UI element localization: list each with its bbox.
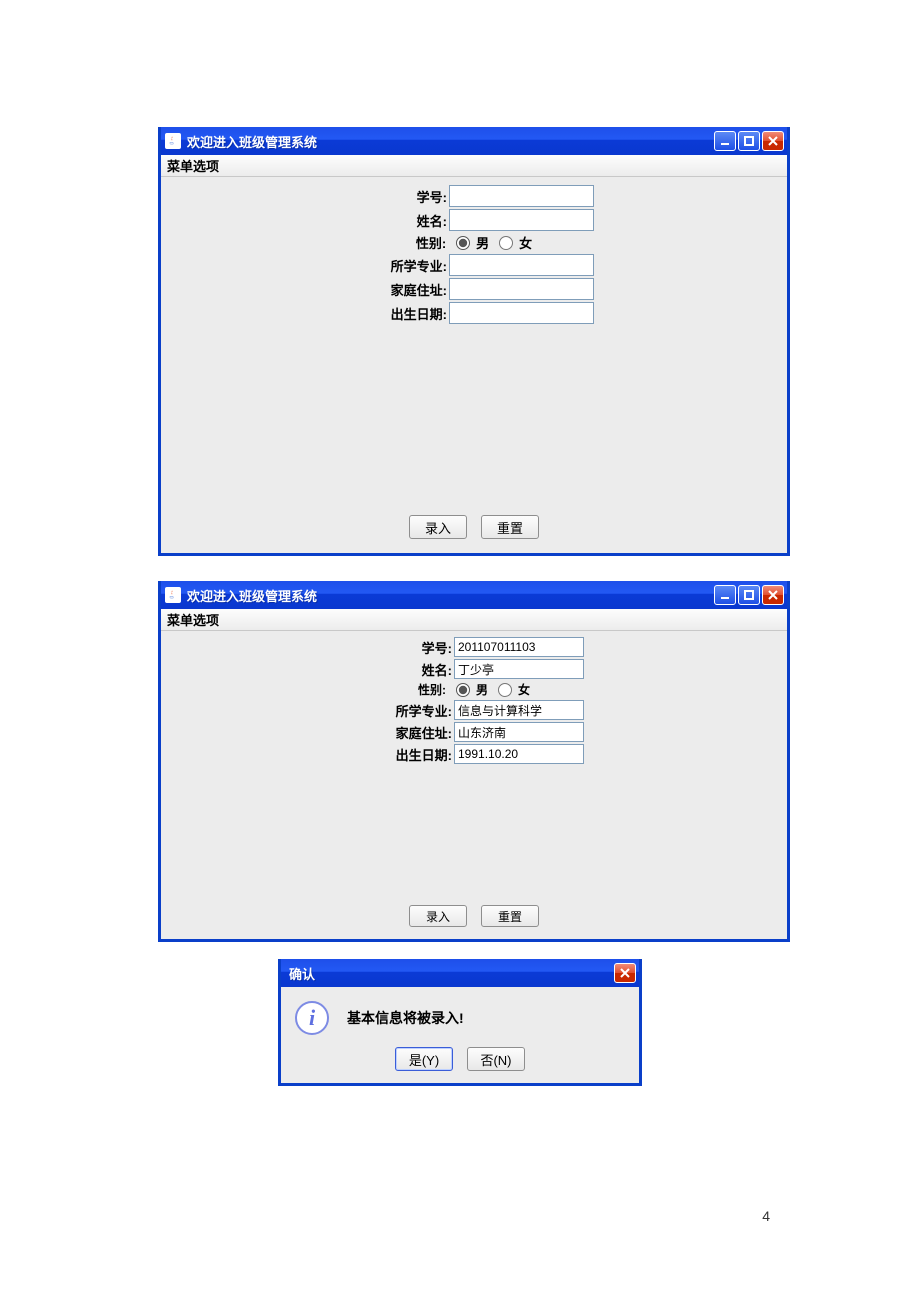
menubar[interactable]: 菜单选项 <box>161 155 787 177</box>
titlebar[interactable]: 欢迎进入班级管理系统 <box>161 127 787 155</box>
gender-male-label: 男 <box>476 233 489 252</box>
label-name: 姓名: <box>422 660 452 679</box>
gender-female-radio[interactable] <box>499 236 513 250</box>
menu-item[interactable]: 菜单选项 <box>167 156 219 175</box>
info-icon: i <box>295 1001 329 1035</box>
label-address: 家庭住址: <box>396 723 452 742</box>
label-address: 家庭住址: <box>391 280 447 299</box>
student-id-input[interactable] <box>454 637 584 657</box>
close-button[interactable] <box>762 585 784 605</box>
maximize-button[interactable] <box>738 131 760 151</box>
minimize-button[interactable] <box>714 131 736 151</box>
maximize-button[interactable] <box>738 585 760 605</box>
address-input[interactable] <box>449 278 594 300</box>
reset-button[interactable]: 重置 <box>481 905 539 927</box>
birth-input[interactable] <box>454 744 584 764</box>
student-id-input[interactable] <box>449 185 594 207</box>
label-gender: 性别: <box>416 233 446 252</box>
page-number: 4 <box>762 1208 770 1224</box>
menubar[interactable]: 菜单选项 <box>161 609 787 631</box>
yes-button[interactable]: 是(Y) <box>395 1047 453 1071</box>
dialog-title: 确认 <box>285 964 614 983</box>
menu-item[interactable]: 菜单选项 <box>167 610 219 629</box>
titlebar[interactable]: 确认 <box>281 959 639 987</box>
label-name: 姓名: <box>417 211 447 230</box>
label-birth: 出生日期: <box>396 745 452 764</box>
name-input[interactable] <box>449 209 594 231</box>
close-button[interactable] <box>614 963 636 983</box>
confirm-dialog: 确认 i 基本信息将被录入! 是(Y) 否(N) <box>278 959 642 1086</box>
java-icon <box>165 587 181 603</box>
close-button[interactable] <box>762 131 784 151</box>
window-2: 欢迎进入班级管理系统 菜单选项 学号: 姓名: 性别: 男 女 所学专业: 家庭… <box>158 581 790 942</box>
submit-button[interactable]: 录入 <box>409 905 467 927</box>
label-birth: 出生日期: <box>391 304 447 323</box>
name-input[interactable] <box>454 659 584 679</box>
submit-button[interactable]: 录入 <box>409 515 467 539</box>
gender-female-label: 女 <box>519 233 532 252</box>
window-title: 欢迎进入班级管理系统 <box>187 132 714 151</box>
gender-female-radio[interactable] <box>498 683 512 697</box>
window-1: 欢迎进入班级管理系统 菜单选项 学号: 姓名: 性别: 男 女 所学专业: 家庭… <box>158 127 790 556</box>
window-title: 欢迎进入班级管理系统 <box>187 586 714 605</box>
gender-male-radio[interactable] <box>456 236 470 250</box>
major-input[interactable] <box>454 700 584 720</box>
label-major: 所学专业: <box>396 701 452 720</box>
reset-button[interactable]: 重置 <box>481 515 539 539</box>
label-major: 所学专业: <box>391 256 447 275</box>
titlebar[interactable]: 欢迎进入班级管理系统 <box>161 581 787 609</box>
gender-male-label: 男 <box>476 681 488 698</box>
java-icon <box>165 133 181 149</box>
birth-input[interactable] <box>449 302 594 324</box>
dialog-message: 基本信息将被录入! <box>347 1008 464 1028</box>
minimize-button[interactable] <box>714 585 736 605</box>
address-input[interactable] <box>454 722 584 742</box>
label-gender: 性别: <box>418 681 446 698</box>
label-student-id: 学号: <box>417 187 447 206</box>
gender-male-radio[interactable] <box>456 683 470 697</box>
label-student-id: 学号: <box>422 638 452 657</box>
no-button[interactable]: 否(N) <box>467 1047 525 1071</box>
gender-female-label: 女 <box>518 681 530 698</box>
major-input[interactable] <box>449 254 594 276</box>
